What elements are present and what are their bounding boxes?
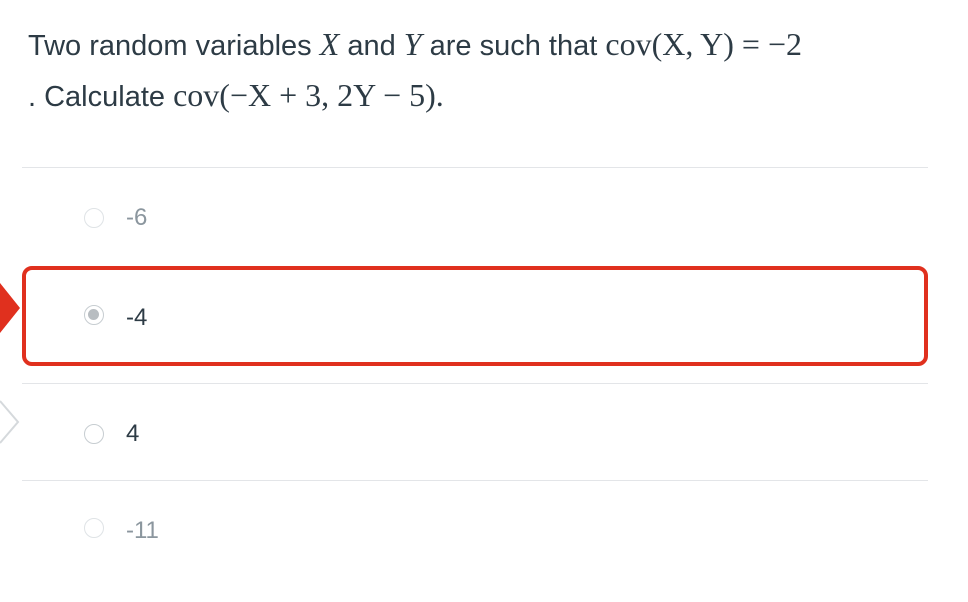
math-var-y: Y (404, 26, 422, 62)
question-text-part: . Calculate (28, 81, 174, 113)
answer-option[interactable]: -11 (22, 481, 928, 581)
answer-label: -4 (126, 304, 148, 331)
answer-label: 4 (126, 420, 140, 447)
answer-option[interactable]: -6 (22, 168, 928, 268)
answer-label: -11 (126, 517, 159, 544)
radio-button[interactable] (84, 208, 104, 228)
question-line-1: Two random variables X and Y are such th… (28, 20, 938, 71)
question-text-part: Two random variables (28, 30, 320, 62)
radio-button[interactable] (84, 518, 104, 538)
math-cov-query: cov(−X + 3, 2Y − 5). (173, 77, 444, 113)
math-var-y-symbol: Y (403, 26, 422, 62)
question-text-part: are such that (421, 30, 606, 62)
question-text-part: and (339, 30, 404, 62)
math-var-x-symbol: X (319, 26, 340, 62)
answer-option-correct[interactable]: -4 (22, 266, 928, 366)
correct-answer-arrow-icon (0, 283, 20, 333)
radio-button-selected[interactable] (84, 305, 104, 325)
radio-button[interactable] (84, 424, 104, 444)
answer-arrow-outline-icon (0, 400, 20, 444)
question-line-2: . Calculate cov(−X + 3, 2Y − 5). (28, 71, 938, 122)
math-var-x: X (320, 26, 340, 62)
answer-option[interactable]: 4 (22, 384, 928, 484)
question-text: Two random variables X and Y are such th… (28, 20, 938, 122)
correct-answer-highlight (22, 266, 928, 366)
answer-label: -6 (126, 204, 148, 231)
math-cov-given: cov(X, Y) = −2 (605, 26, 803, 62)
